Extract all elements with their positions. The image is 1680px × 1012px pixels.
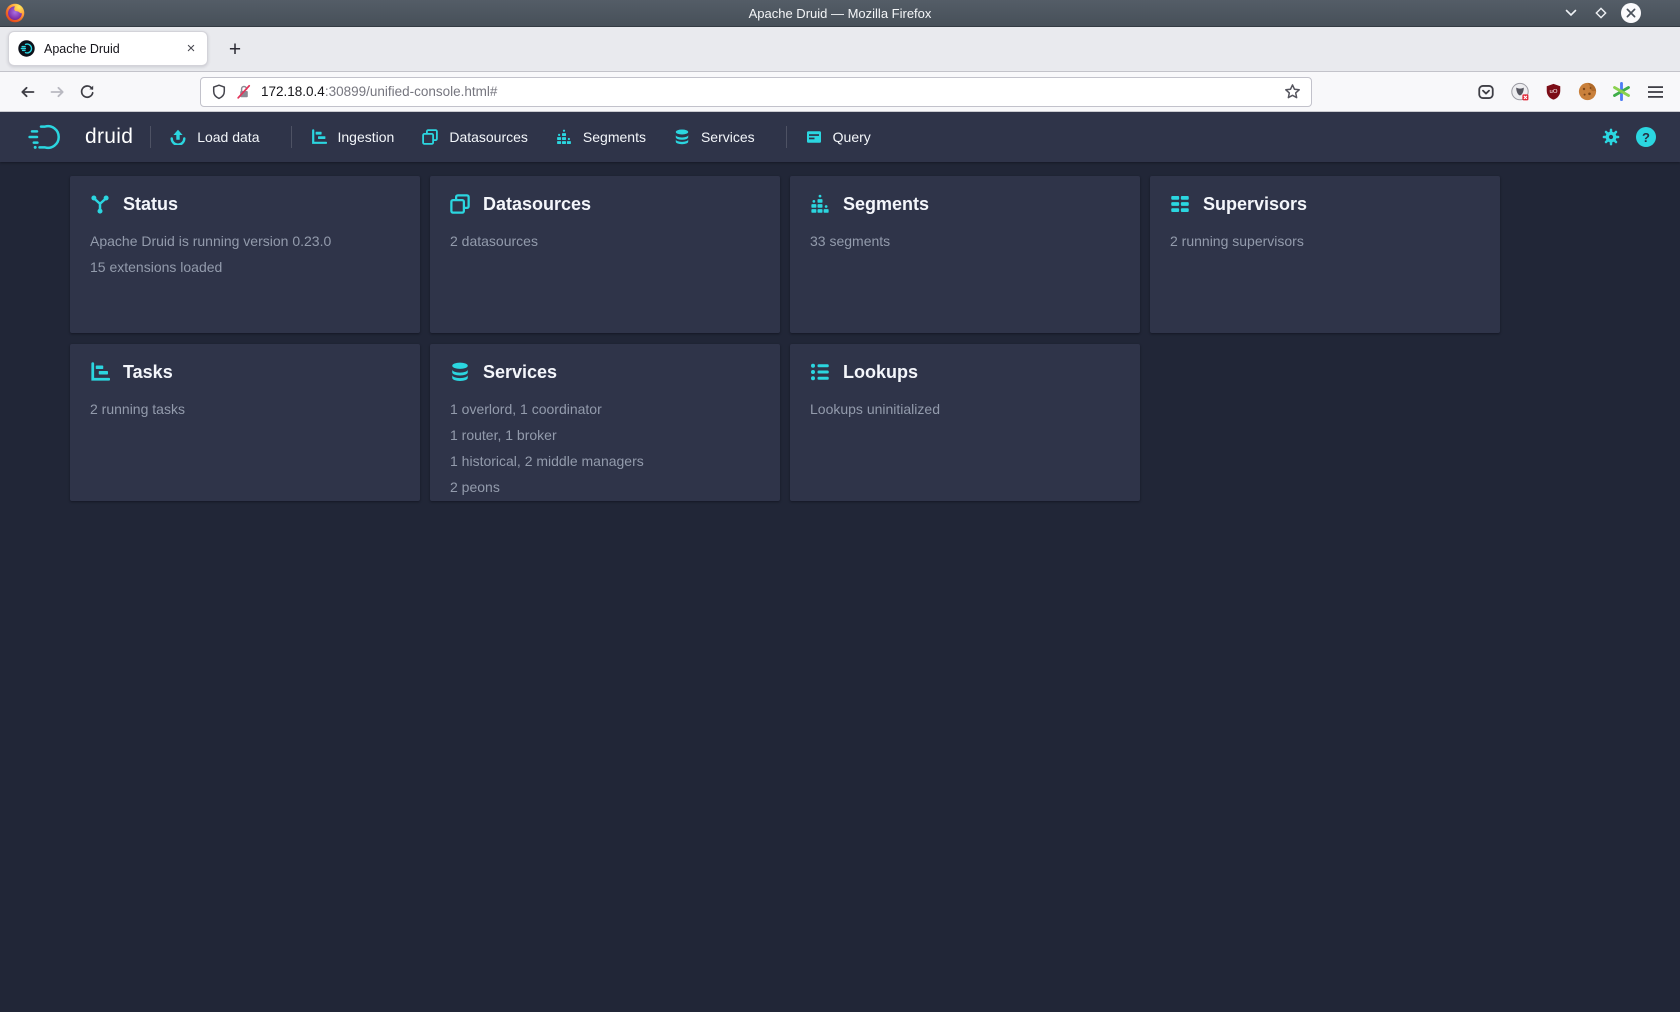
forward-icon[interactable]: [42, 78, 72, 106]
status-version-text: Apache Druid is running version 0.23.0: [90, 228, 400, 254]
window-titlebar: Apache Druid — Mozilla Firefox: [0, 0, 1680, 27]
window-controls: [1560, 2, 1642, 24]
card-title: Segments: [843, 194, 929, 215]
url-bar[interactable]: 172.18.0.4:30899/unified-console.html#: [200, 77, 1312, 107]
ublock-origin-icon[interactable]: uO: [1543, 81, 1564, 102]
list-columns-icon: [1170, 194, 1190, 214]
pocket-icon[interactable]: [1475, 81, 1496, 102]
home-view: Status Apache Druid is running version 0…: [0, 162, 1680, 1012]
status-cards-grid: Status Apache Druid is running version 0…: [70, 176, 1680, 501]
navigation-toolbar: 172.18.0.4:30899/unified-console.html# u…: [0, 72, 1680, 112]
nav-services-label: Services: [701, 129, 755, 145]
tab-apache-druid[interactable]: Apache Druid ×: [8, 31, 208, 66]
url-host: 172.18.0.4: [261, 84, 325, 99]
gantt-icon: [90, 362, 110, 382]
services-line: 2 peons: [450, 474, 760, 500]
tab-bar: Apache Druid × +: [0, 27, 1680, 72]
tab-close-icon[interactable]: ×: [181, 39, 201, 59]
upload-arrow-icon: [170, 129, 186, 145]
card-title: Supervisors: [1203, 194, 1307, 215]
druid-navbar: druid Load data Ingestion Datasources Se…: [0, 112, 1680, 162]
consent-asterisk-icon[interactable]: [1611, 81, 1632, 102]
nav-ingestion-label: Ingestion: [338, 129, 395, 145]
proxy-extension-icon[interactable]: [1509, 81, 1530, 102]
reload-icon[interactable]: [72, 78, 102, 106]
card-title: Lookups: [843, 362, 918, 383]
menu-hamburger-icon[interactable]: [1645, 81, 1666, 102]
druid-logo[interactable]: druid: [28, 122, 133, 152]
minimize-icon[interactable]: [1560, 2, 1582, 24]
new-tab-button[interactable]: +: [222, 39, 248, 60]
toolbar-extension-icons: uO: [1475, 81, 1666, 102]
segments-card[interactable]: Segments 33 segments: [790, 176, 1140, 333]
window-title: Apache Druid — Mozilla Firefox: [749, 6, 932, 21]
segments-count-text: 33 segments: [810, 228, 1120, 254]
card-title: Services: [483, 362, 557, 383]
database-icon: [450, 362, 470, 382]
card-title: Datasources: [483, 194, 591, 215]
services-card[interactable]: Services 1 overlord, 1 coordinator 1 rou…: [430, 344, 780, 501]
supervisors-card[interactable]: Supervisors 2 running supervisors: [1150, 176, 1500, 333]
graph-nodes-icon: [90, 194, 110, 214]
nav-segments[interactable]: Segments: [542, 112, 660, 162]
help-icon[interactable]: ?: [1636, 127, 1656, 147]
nav-load-data[interactable]: Load data: [156, 112, 273, 162]
druid-brand-text: druid: [85, 125, 133, 149]
datasources-count-text: 2 datasources: [450, 228, 760, 254]
services-line: 1 historical, 2 middle managers: [450, 448, 760, 474]
navbar-right: ?: [1602, 127, 1656, 147]
back-icon[interactable]: [12, 78, 42, 106]
datasources-card[interactable]: Datasources 2 datasources: [430, 176, 780, 333]
nav-datasources[interactable]: Datasources: [408, 112, 542, 162]
nav-datasources-label: Datasources: [449, 129, 528, 145]
tasks-card[interactable]: Tasks 2 running tasks: [70, 344, 420, 501]
status-extensions-text: 15 extensions loaded: [90, 254, 400, 280]
ublock-badge-text: uO: [1550, 89, 1558, 95]
status-card[interactable]: Status Apache Druid is running version 0…: [70, 176, 420, 333]
nav-services[interactable]: Services: [660, 112, 769, 162]
console-icon: [806, 129, 822, 145]
services-line: 1 overlord, 1 coordinator: [450, 396, 760, 422]
nav-query-label: Query: [833, 129, 871, 145]
database-icon: [674, 129, 690, 145]
tasks-count-text: 2 running tasks: [90, 396, 400, 422]
nav-query[interactable]: Query: [792, 112, 885, 162]
url-text[interactable]: 172.18.0.4:30899/unified-console.html#: [261, 84, 1276, 99]
stacked-bars-icon: [810, 194, 830, 214]
nav-load-data-label: Load data: [197, 129, 259, 145]
shield-icon[interactable]: [211, 84, 227, 100]
services-line: 1 router, 1 broker: [450, 422, 760, 448]
maximize-icon[interactable]: [1590, 2, 1612, 24]
card-title: Tasks: [123, 362, 173, 383]
druid-logo-icon: [28, 122, 76, 152]
nav-segments-label: Segments: [583, 129, 646, 145]
gantt-icon: [311, 129, 327, 145]
insecure-lock-icon[interactable]: [236, 84, 252, 100]
cookie-extension-icon[interactable]: [1577, 81, 1598, 102]
lookups-status-text: Lookups uninitialized: [810, 396, 1120, 422]
navbar-divider: [150, 126, 151, 148]
navbar-divider: [291, 126, 292, 148]
settings-gear-icon[interactable]: [1602, 128, 1620, 146]
multi-select-icon: [422, 129, 438, 145]
properties-icon: [810, 362, 830, 382]
tab-title: Apache Druid: [44, 42, 181, 56]
multi-select-icon: [450, 194, 470, 214]
tab-favicon-druid-icon: [18, 40, 35, 57]
url-path: :30899/unified-console.html#: [325, 84, 498, 99]
navbar-divider: [786, 126, 787, 148]
nav-ingestion[interactable]: Ingestion: [297, 112, 409, 162]
lookups-card[interactable]: Lookups Lookups uninitialized: [790, 344, 1140, 501]
close-icon[interactable]: [1620, 2, 1642, 24]
stacked-bars-icon: [556, 129, 572, 145]
firefox-logo-icon: [5, 3, 25, 23]
card-title: Status: [123, 194, 178, 215]
bookmark-star-icon[interactable]: [1284, 83, 1301, 100]
supervisors-count-text: 2 running supervisors: [1170, 228, 1480, 254]
